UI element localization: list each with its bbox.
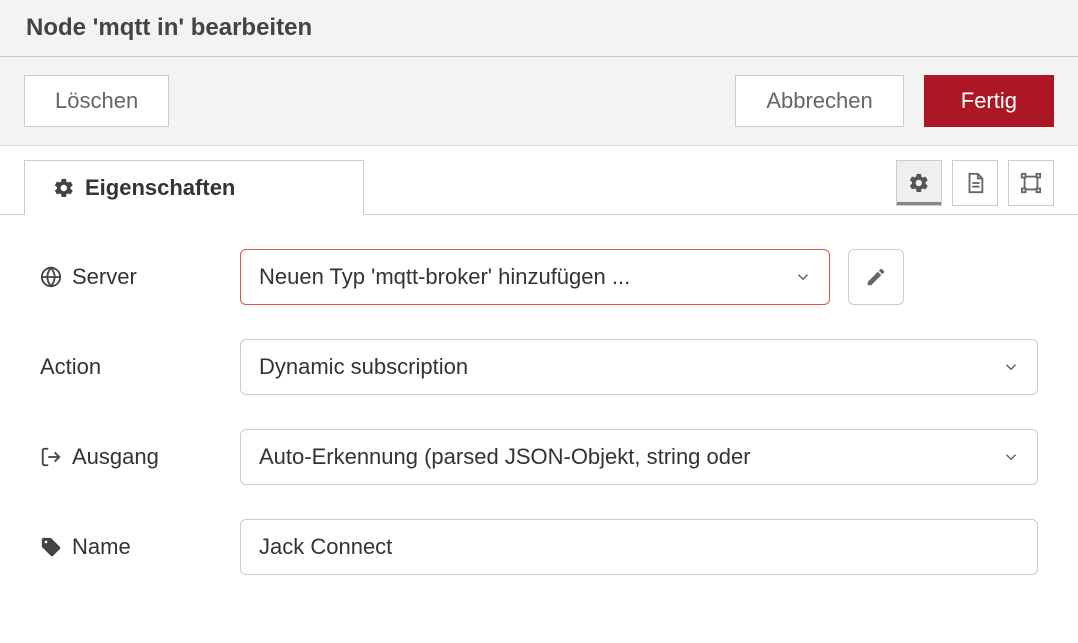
done-button[interactable]: Fertig [924, 75, 1054, 127]
action-row: Action Dynamic subscription [40, 339, 1038, 395]
output-row: Ausgang Auto-Erkennung (parsed JSON-Obje… [40, 429, 1038, 485]
tab-properties-label: Eigenschaften [85, 175, 235, 201]
delete-button[interactable]: Löschen [24, 75, 169, 127]
edit-server-button[interactable] [848, 249, 904, 305]
server-label: Server [40, 264, 240, 290]
pencil-icon [865, 266, 887, 288]
tabs-row: Eigenschaften [0, 146, 1078, 215]
panel-title: Node 'mqtt in' bearbeiten [0, 0, 1078, 57]
gear-icon [53, 177, 75, 199]
tab-properties-icon-button[interactable] [896, 160, 942, 206]
action-select[interactable]: Dynamic subscription [240, 339, 1038, 395]
tag-icon [40, 536, 62, 558]
name-label: Name [40, 534, 240, 560]
globe-icon [40, 266, 62, 288]
name-label-text: Name [72, 534, 131, 560]
properties-form: Server Neuen Typ 'mqtt-broker' hinzufüge… [0, 215, 1078, 643]
name-row: Name [40, 519, 1038, 575]
action-label-text: Action [40, 354, 101, 380]
tab-properties[interactable]: Eigenschaften [24, 160, 364, 215]
output-select[interactable]: Auto-Erkennung (parsed JSON-Objekt, stri… [240, 429, 1038, 485]
gear-icon [908, 172, 930, 194]
file-text-icon [964, 172, 986, 194]
tab-description-icon-button[interactable] [952, 160, 998, 206]
sign-out-icon [40, 446, 62, 468]
output-label-text: Ausgang [72, 444, 159, 470]
server-label-text: Server [72, 264, 137, 290]
name-input[interactable] [240, 519, 1038, 575]
button-row: Löschen Abbrechen Fertig [0, 57, 1078, 146]
server-row: Server Neuen Typ 'mqtt-broker' hinzufüge… [40, 249, 1038, 305]
tab-appearance-icon-button[interactable] [1008, 160, 1054, 206]
output-label: Ausgang [40, 444, 240, 470]
action-label: Action [40, 354, 240, 380]
cancel-button[interactable]: Abbrechen [735, 75, 903, 127]
bounding-box-icon [1020, 172, 1042, 194]
server-select[interactable]: Neuen Typ 'mqtt-broker' hinzufügen ... [240, 249, 830, 305]
